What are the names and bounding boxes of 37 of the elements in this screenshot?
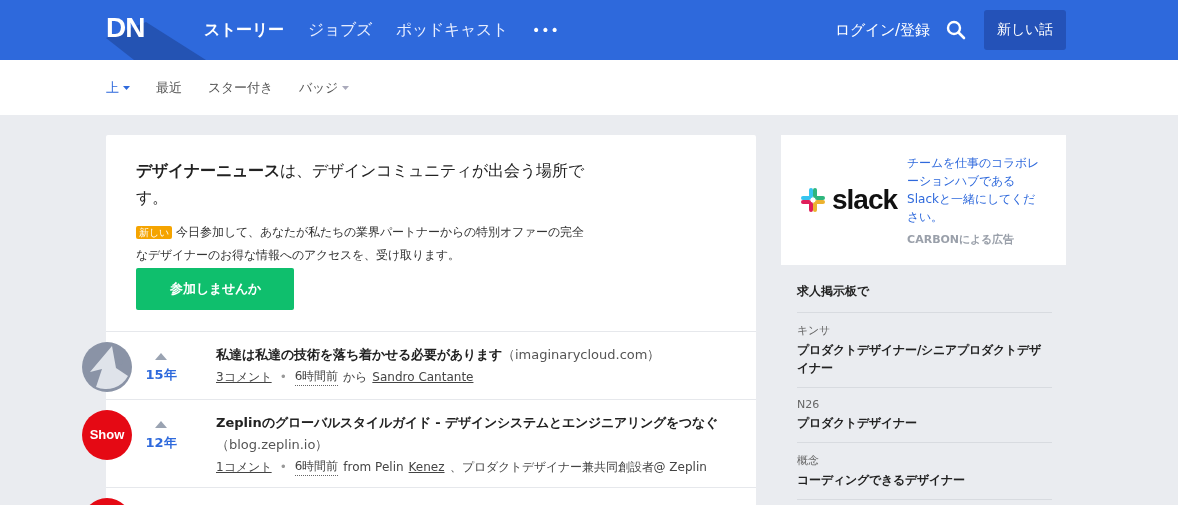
- separator-dot: •: [278, 460, 288, 474]
- new-story-button[interactable]: 新しい話: [984, 10, 1066, 50]
- filter-tab[interactable]: スター付き: [208, 78, 273, 97]
- nav-link[interactable]: ジョブズ: [308, 19, 372, 41]
- meta-link[interactable]: 1コメント: [216, 458, 272, 476]
- meta-text: から: [343, 368, 368, 386]
- separator-dot: •: [278, 370, 288, 384]
- story-title[interactable]: 私達は私達の技術を落ち着かせる必要があります（imaginarycloud.com）: [216, 344, 736, 366]
- job-title[interactable]: コーディングできるデザイナー: [797, 471, 1052, 489]
- nav-link[interactable]: ストーリー: [204, 19, 284, 41]
- meta-link[interactable]: 3コメント: [216, 368, 272, 386]
- meta-link[interactable]: Kenez: [408, 460, 445, 474]
- job-title[interactable]: プロダクトデザイナー: [797, 414, 1052, 432]
- filter-tab[interactable]: バッジ: [299, 78, 349, 97]
- more-menu[interactable]: •••: [532, 22, 560, 38]
- jobs-heading: 求人掲示板で: [797, 283, 1052, 313]
- filter-tab[interactable]: 最近: [156, 78, 182, 97]
- nav-link[interactable]: ポッドキャスト: [396, 19, 508, 41]
- job-title[interactable]: プロダクトデザイナー/シニアプロダクトデザイナー: [797, 341, 1052, 377]
- login-link[interactable]: ログイン/登録: [834, 20, 930, 40]
- intro-text: 新しい 今日参加して、あなたが私たちの業界パートナーからの特別オファーの完全なデザイナーのお得な情報へのアクセスを、受け取ります。: [136, 224, 585, 264]
- filter-tab[interactable]: 上: [106, 78, 130, 97]
- job-company: 概念: [797, 453, 820, 468]
- meta-link[interactable]: Sandro Cantante: [372, 370, 474, 384]
- meta-text: from Pelin: [343, 460, 404, 474]
- timestamp: 6時間前: [294, 458, 339, 476]
- job-company: キンサ: [797, 323, 831, 338]
- timestamp: 6時間前: [294, 368, 339, 386]
- story-title[interactable]: Zeplinのグローバルスタイルガイド - デザインシステムとエンジニアリングをつなぐ （blog.zeplin.io）: [216, 412, 736, 456]
- meta-text: 、プロダクトデザイナー兼共同創設者@ Zeplin: [449, 458, 707, 476]
- intro-headline: デザイナーニュースは、デザインコミュニティが出会う場所です。: [136, 160, 585, 209]
- slack-logo[interactable]: slack: [799, 184, 898, 216]
- show-badge: Show: [82, 410, 132, 460]
- vote-count: 15年: [145, 366, 177, 384]
- vote-count: 12年: [145, 434, 177, 452]
- job-company: N26: [797, 398, 821, 411]
- ad-text[interactable]: チームを仕事のコラボレーションハブであるSlackと一緒にしてください。: [907, 153, 1044, 226]
